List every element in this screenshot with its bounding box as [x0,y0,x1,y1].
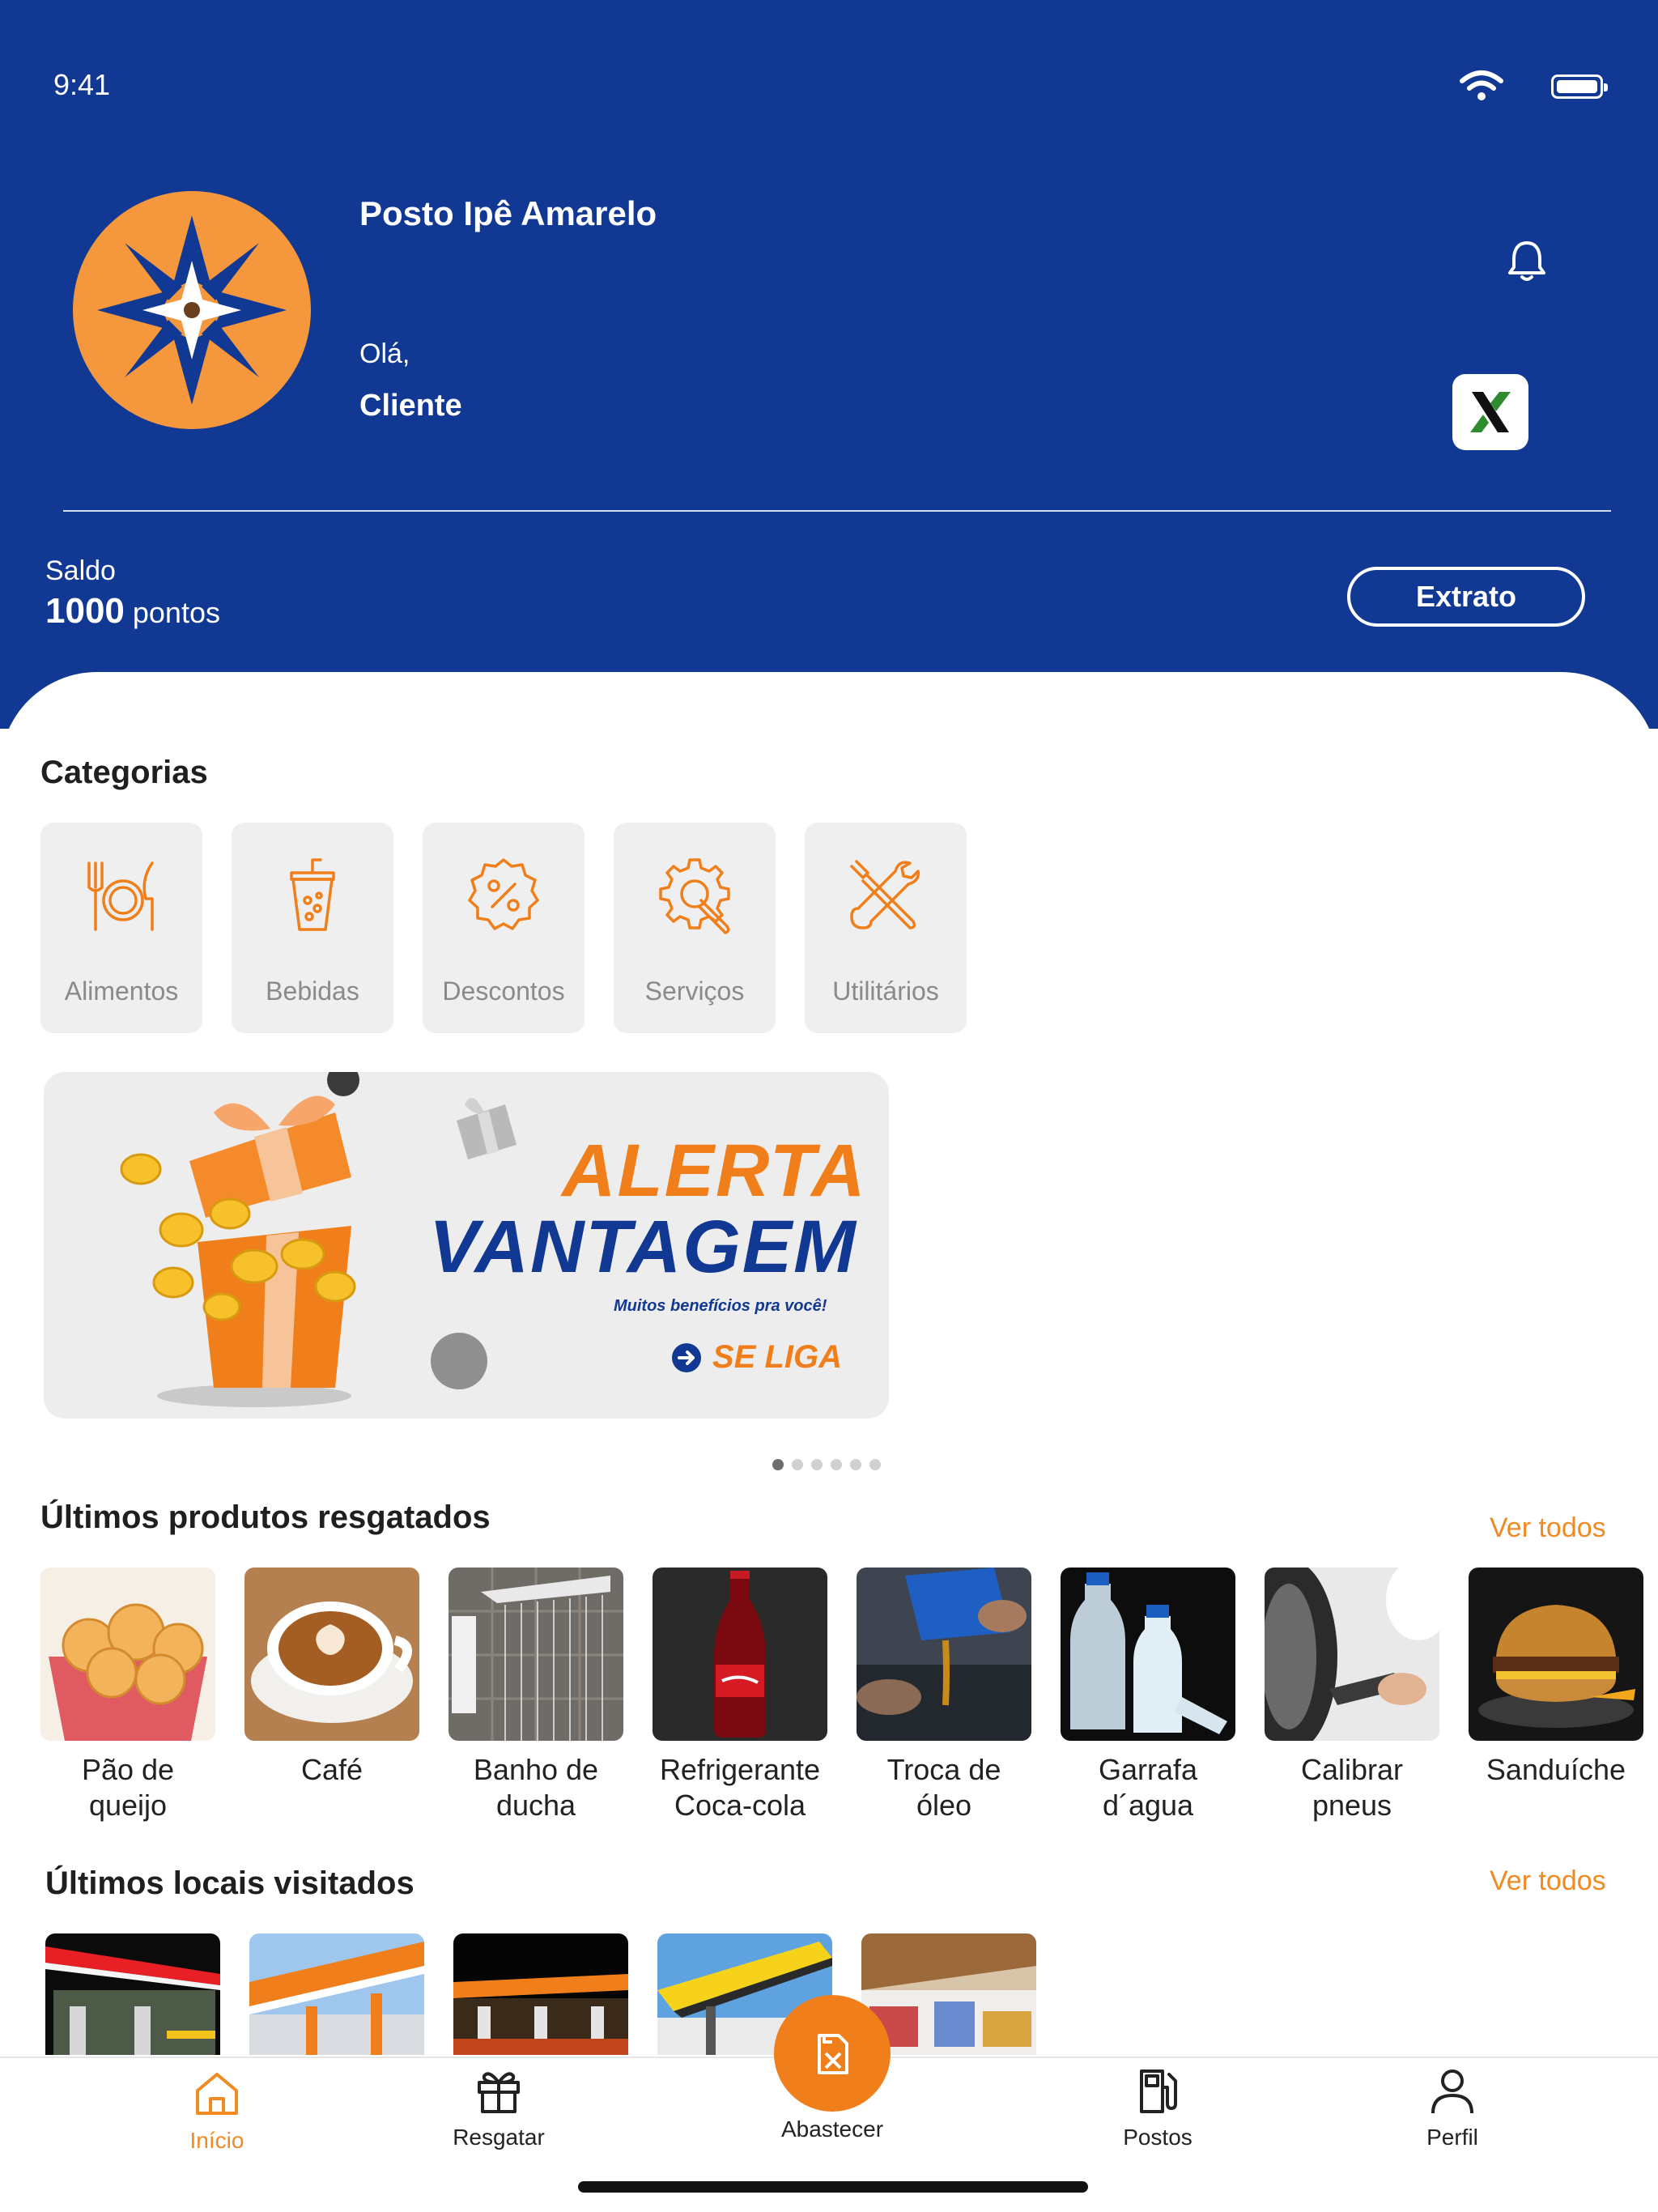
product-image [244,1568,419,1741]
category-label: Descontos [442,976,565,1006]
product-image [1469,1568,1643,1741]
tab-postos[interactable]: Postos [1077,2066,1239,2150]
tab-label: Resgatar [453,2125,545,2150]
product-image [40,1568,215,1741]
product-name: Calibrar pneus [1300,1753,1404,1822]
product-name: Café [300,1753,363,1786]
product-image [1265,1568,1439,1741]
product-name: Troca de óleo [886,1753,1001,1822]
discount-badge-icon [468,858,539,930]
product-card[interactable]: Refrigerante Coca-cola [653,1568,827,1823]
category-label: Bebidas [266,976,359,1006]
tab-label: Perfil [1426,2125,1478,2150]
gas-pump-icon [1140,2069,1177,2113]
station-name: Posto Ipê Amarelo [359,194,657,232]
category-bebidas[interactable]: Bebidas [232,823,393,1033]
greeting-text: Olá, [359,338,410,369]
balance-label: Saldo [45,555,116,586]
product-image [1061,1568,1235,1741]
status-time: 9:41 [53,68,111,101]
user-icon [1431,2069,1473,2114]
refuel-label: Abastecer [780,2116,884,2142]
categories-title: Categorias [40,755,208,790]
recent-products-title: Últimos produtos resgatados [40,1499,491,1535]
product-image [857,1568,1031,1741]
banner-title-line2: VANTAGEM [429,1206,857,1288]
balance-unit: pontos [132,596,220,629]
category-servicos[interactable]: Serviços [614,823,776,1033]
battery-icon [1551,74,1608,99]
product-image [449,1568,623,1741]
product-image [653,1568,827,1741]
product-name: Refrigerante Coca-cola [659,1753,821,1822]
decorative-coin [431,1333,487,1389]
banner-cta-label: SE LIGA [712,1339,843,1375]
station-logo [73,191,311,429]
product-card[interactable]: Café [244,1568,419,1788]
tab-inicio[interactable]: Início [136,2069,298,2154]
tab-label: Postos [1123,2125,1192,2150]
recent-products-see-all[interactable]: Ver todos [1490,1512,1606,1544]
banner-title-line1: ALERTA [562,1129,867,1212]
gift-icon [478,2072,520,2113]
place-card[interactable] [45,1933,220,2055]
category-label: Utilitários [832,976,939,1006]
place-card[interactable] [249,1933,424,2055]
banner-subtitle: Muitos benefícios pra você! [614,1297,827,1315]
pagination-dot[interactable] [850,1459,861,1470]
product-name: Pão de queijo [81,1753,175,1822]
x-logo-icon [1470,392,1511,432]
refuel-button[interactable] [774,1995,891,2112]
drink-cup-icon [290,858,335,931]
silver-gift-image [457,1098,517,1159]
place-card[interactable] [453,1933,628,2055]
promo-banner[interactable]: ALERTA VANTAGEM Muitos benefícios pra vo… [44,1072,889,1419]
user-name: Cliente [359,389,462,423]
product-card[interactable]: Calibrar pneus [1265,1568,1439,1823]
category-alimentos[interactable]: Alimentos [40,823,202,1033]
product-card[interactable]: Troca de óleo [857,1568,1031,1823]
fuel-can-icon [818,2034,848,2074]
banner-cta[interactable]: SE LIGA [672,1339,842,1376]
recent-places-see-all[interactable]: Ver todos [1490,1865,1606,1897]
home-indicator[interactable] [578,2181,1088,2193]
product-card[interactable]: Pão de queijo [40,1568,215,1823]
tab-label: Início [189,2128,244,2153]
category-descontos[interactable]: Descontos [423,823,585,1033]
home-icon [196,2073,238,2115]
category-utilitarios[interactable]: Utilitários [805,823,967,1033]
tab-resgatar[interactable]: Resgatar [418,2066,580,2150]
header: 9:41 Posto Ipê Amarelo Olá, Cliente Sald… [0,0,1658,729]
balance-value: 1000 [45,591,125,631]
arrow-right-icon [672,1342,701,1372]
product-card[interactable]: Sanduíche [1469,1568,1643,1788]
pagination-dot[interactable] [831,1459,842,1470]
product-card[interactable]: Banho de ducha [449,1568,623,1823]
gift-box-image [120,1095,356,1407]
pagination-dot[interactable] [772,1459,784,1470]
product-card[interactable]: Garrafa d´agua [1061,1568,1235,1823]
pagination-dot[interactable] [811,1459,823,1470]
bell-icon[interactable] [1506,238,1548,283]
pagination-dot[interactable] [869,1459,881,1470]
product-name: Banho de ducha [473,1753,599,1822]
header-divider [63,510,1611,512]
recent-places-title: Últimos locais visitados [45,1865,414,1901]
utensils-icon [87,861,154,931]
category-label: Alimentos [64,976,179,1006]
balance-row: 1000 pontos [45,591,220,632]
product-name: Garrafa d´agua [1098,1753,1198,1822]
tab-perfil[interactable]: Perfil [1371,2066,1533,2150]
product-name: Sanduíche [1486,1753,1626,1786]
pagination-dot[interactable] [792,1459,803,1470]
partner-app-button[interactable] [1452,374,1528,450]
category-label: Serviços [644,976,745,1006]
statement-button[interactable]: Extrato [1347,567,1585,627]
tools-icon [850,860,920,929]
gear-wrench-icon [659,858,730,934]
banner-pagination[interactable] [772,1459,881,1470]
wifi-icon [1460,70,1503,100]
